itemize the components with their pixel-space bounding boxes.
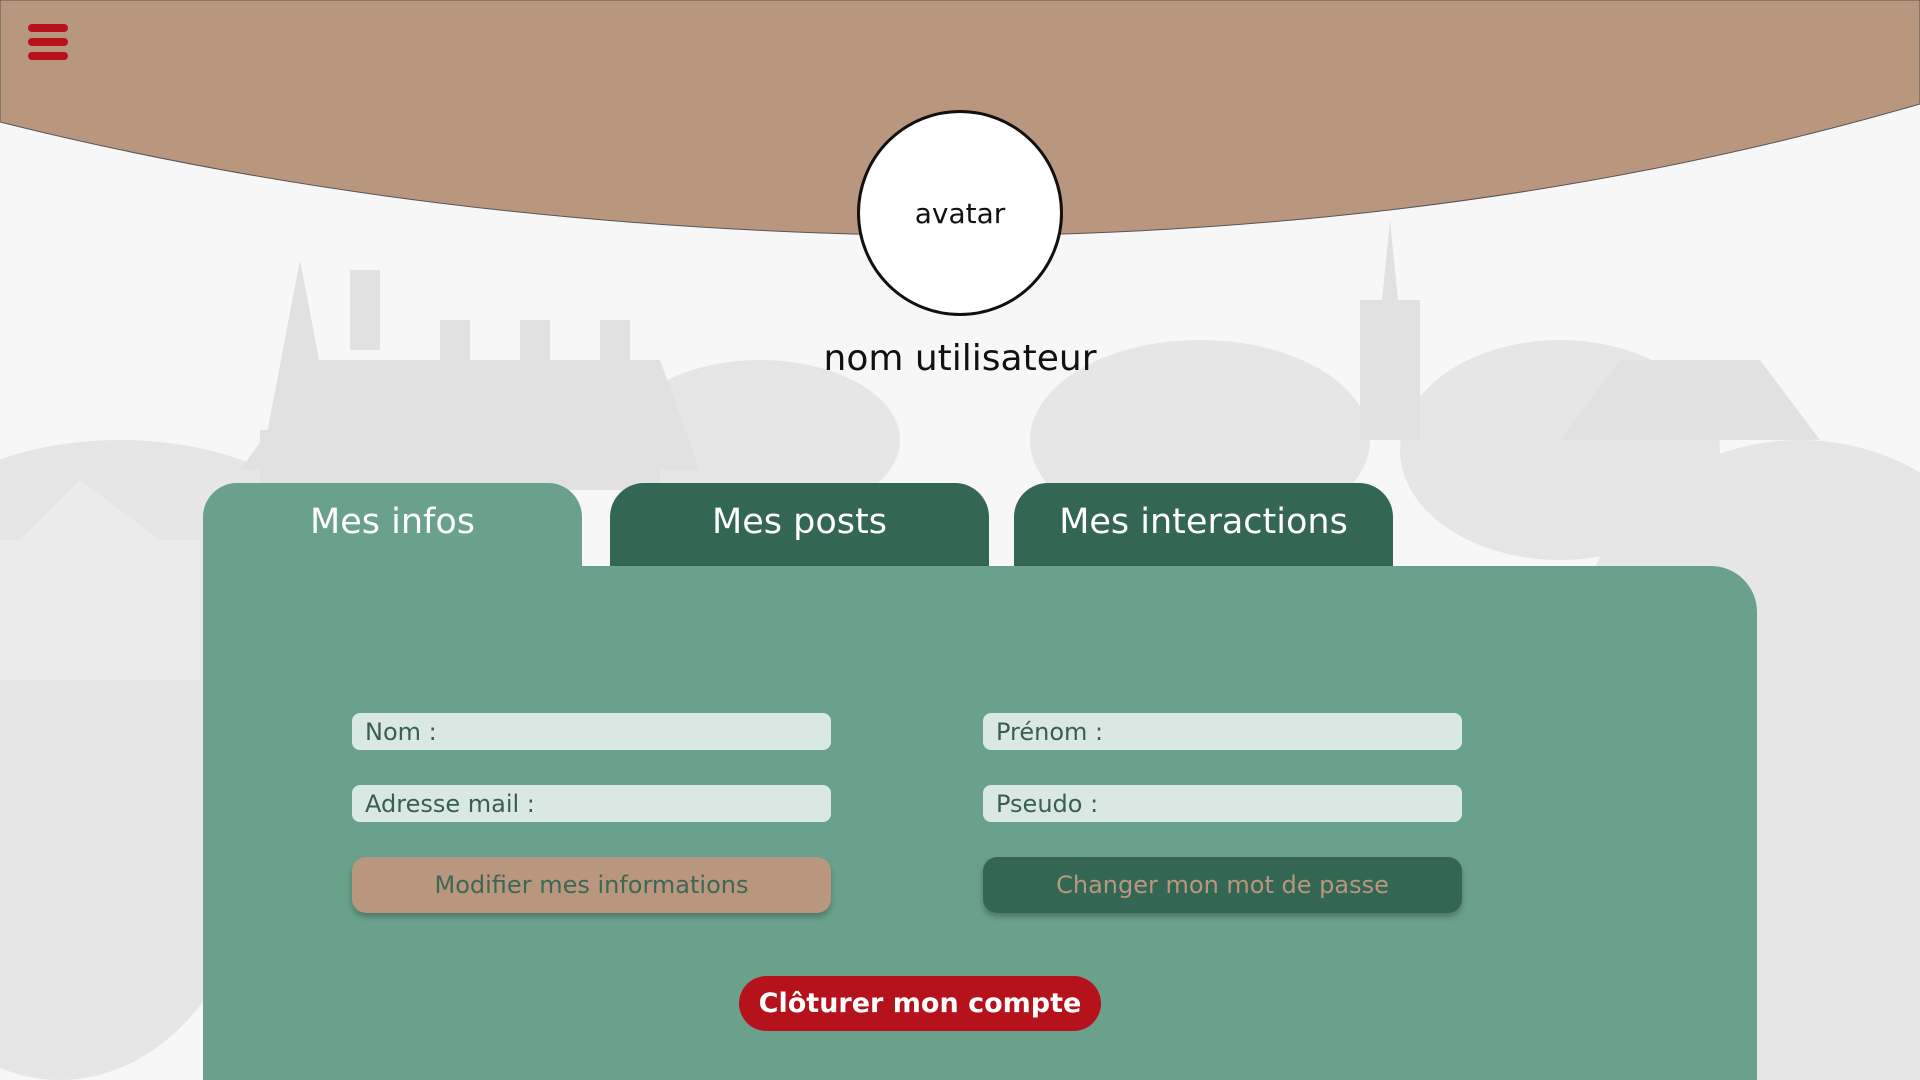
prenom-field[interactable]: Prénom :: [983, 713, 1462, 750]
avatar[interactable]: avatar: [857, 110, 1063, 316]
tab-mes-infos[interactable]: Mes infos: [203, 483, 582, 567]
prenom-label: Prénom :: [996, 717, 1104, 746]
hamburger-menu-icon: [28, 24, 68, 32]
close-account-button[interactable]: Clôturer mon compte: [739, 976, 1101, 1031]
avatar-label: avatar: [914, 196, 1006, 230]
tab-label: Mes infos: [310, 502, 475, 542]
pseudo-field[interactable]: Pseudo :: [983, 785, 1462, 822]
tab-mes-interactions[interactable]: Mes interactions: [1014, 483, 1393, 567]
tab-label: Mes posts: [712, 502, 887, 542]
menu-button[interactable]: [28, 24, 72, 60]
email-label: Adresse mail :: [365, 789, 535, 818]
tab-mes-posts[interactable]: Mes posts: [610, 483, 989, 567]
nom-field[interactable]: Nom :: [352, 713, 831, 750]
profile-page: avatar nom utilisateur Mes infos Mes pos…: [0, 0, 1920, 1080]
username: nom utilisateur: [823, 338, 1097, 379]
modify-info-button[interactable]: Modifier mes informations: [352, 857, 831, 913]
tab-label: Mes interactions: [1059, 502, 1348, 542]
email-field[interactable]: Adresse mail :: [352, 785, 831, 822]
pseudo-label: Pseudo :: [996, 789, 1099, 818]
nom-label: Nom :: [365, 717, 437, 746]
change-password-button[interactable]: Changer mon mot de passe: [983, 857, 1462, 913]
